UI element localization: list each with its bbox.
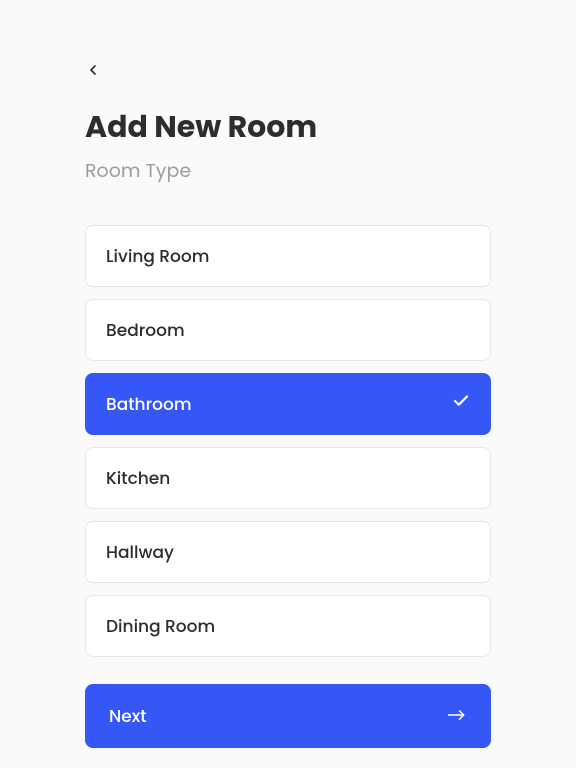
arrow-right-icon — [447, 703, 467, 729]
option-hallway[interactable]: Hallway — [85, 521, 491, 583]
check-icon — [452, 391, 470, 417]
room-type-options: Living Room Bedroom Bathroom Kitchen Hal… — [85, 225, 491, 657]
page-subtitle: Room Type — [85, 156, 491, 185]
option-label: Kitchen — [106, 465, 170, 491]
option-label: Living Room — [106, 243, 209, 269]
next-button-label: Next — [109, 703, 147, 729]
option-label: Bathroom — [106, 391, 191, 417]
back-button[interactable] — [85, 60, 109, 84]
chevron-left-icon — [85, 61, 101, 84]
option-bathroom[interactable]: Bathroom — [85, 373, 491, 435]
option-label: Bedroom — [106, 317, 185, 343]
next-button[interactable]: Next — [85, 684, 491, 748]
option-bedroom[interactable]: Bedroom — [85, 299, 491, 361]
option-label: Hallway — [106, 539, 174, 565]
page-title: Add New Room — [85, 104, 491, 150]
option-label: Dining Room — [106, 613, 215, 639]
option-dining-room[interactable]: Dining Room — [85, 595, 491, 657]
option-living-room[interactable]: Living Room — [85, 225, 491, 287]
option-kitchen[interactable]: Kitchen — [85, 447, 491, 509]
